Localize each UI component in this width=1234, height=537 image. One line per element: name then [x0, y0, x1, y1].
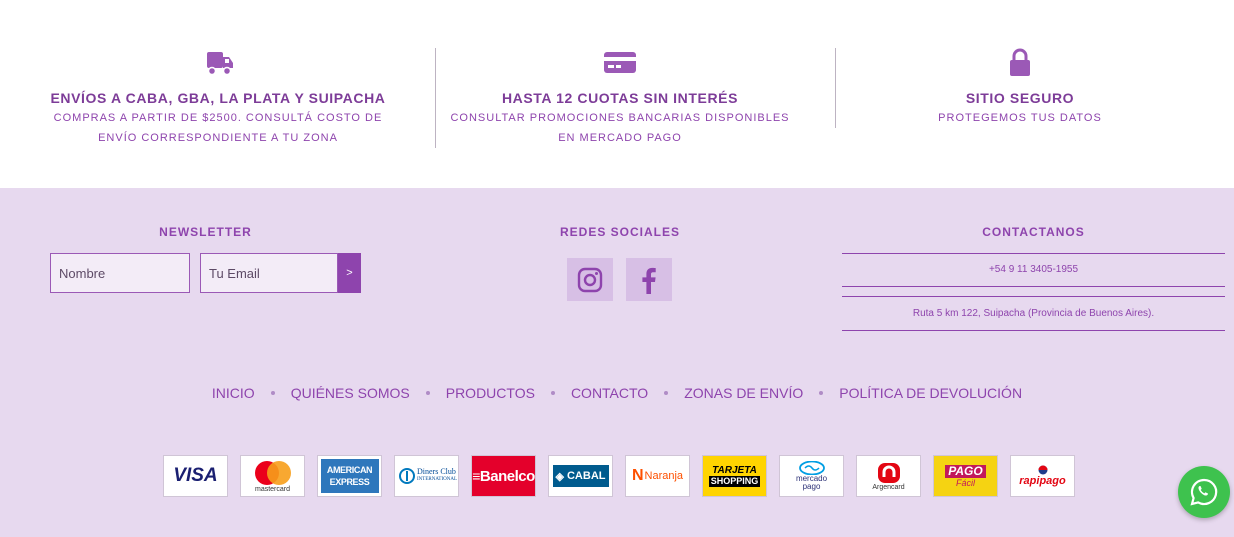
contact-divider	[842, 296, 1225, 297]
whatsapp-icon	[1190, 478, 1218, 506]
menu-separator	[819, 391, 824, 395]
diners-club-logo: Diners Club INTERNATIONAL	[394, 455, 459, 497]
contact-heading: CONTACTANOS	[982, 225, 1085, 239]
banelco-logo: ≡Banelco	[471, 455, 536, 497]
contact-divider	[842, 330, 1225, 331]
instagram-link[interactable]	[567, 258, 613, 301]
mercado-pago-logo: mercado pago	[779, 455, 844, 497]
argencard-logo: Argencard	[856, 455, 921, 497]
visa-logo: VISA	[163, 455, 228, 497]
contact-divider	[842, 286, 1225, 287]
menu-separator	[270, 391, 275, 395]
menu-separator	[425, 391, 430, 395]
footer-menu: INICIO QUIÉNES SOMOS PRODUCTOS CONTACTO …	[0, 385, 1234, 401]
benefit-title: ENVÍOS A CABA, GBA, LA PLATA Y SUIPACHA	[50, 90, 386, 106]
footer: NEWSLETTER > REDES SOCIALES CONTACTANOS …	[0, 188, 1234, 537]
benefit-desc: PROTEGEMOS TUS DATOS	[938, 112, 1102, 124]
cabal-logo: ◈ CABAL	[548, 455, 613, 497]
lock-icon	[1010, 48, 1030, 76]
credit-card-icon	[604, 52, 636, 73]
payment-methods: VISA mastercard AMERICAN EXPRESS Diners …	[163, 455, 1075, 497]
benefit-desc: CONSULTAR PROMOCIONES BANCARIAS DISPONIB…	[450, 112, 790, 124]
menu-item-politica-de-devolucion[interactable]: POLÍTICA DE DEVOLUCIÓN	[839, 385, 1022, 401]
naranja-logo: N Naranja	[625, 455, 690, 497]
benefit-shipping: ENVÍOS A CABA, GBA, LA PLATA Y SUIPACHA …	[40, 48, 396, 148]
menu-item-contacto[interactable]: CONTACTO	[571, 385, 648, 401]
mastercard-circles-icon	[254, 460, 291, 485]
pago-facil-logo: PAGO Fácil	[933, 455, 998, 497]
benefit-title: SITIO SEGURO	[965, 90, 1075, 106]
newsletter-heading: NEWSLETTER	[159, 225, 252, 239]
benefit-desc: ENVÍO CORRESPONDIENTE A TU ZONA	[98, 132, 338, 144]
social-heading: REDES SOCIALES	[559, 225, 681, 239]
benefits-band: ENVÍOS A CABA, GBA, LA PLATA Y SUIPACHA …	[0, 0, 1234, 188]
facebook-icon	[642, 267, 656, 294]
facebook-link[interactable]	[626, 258, 672, 301]
contact-phone[interactable]: +54 9 11 3405-1955	[842, 264, 1225, 275]
menu-separator	[550, 391, 555, 395]
rapipago-logo: rapipago	[1010, 455, 1075, 497]
benefit-desc: COMPRAS A PARTIR DE $2500. CONSULTÁ COST…	[53, 112, 383, 124]
whatsapp-button[interactable]	[1178, 466, 1230, 518]
mastercard-logo: mastercard	[240, 455, 305, 497]
amex-logo: AMERICAN EXPRESS	[317, 455, 382, 497]
menu-item-productos[interactable]: PRODUCTOS	[446, 385, 535, 401]
contact-address: Ruta 5 km 122, Suipacha (Provincia de Bu…	[912, 308, 1155, 319]
argencard-mark-icon	[877, 462, 900, 483]
menu-item-inicio[interactable]: INICIO	[212, 385, 255, 401]
handshake-icon	[798, 461, 825, 475]
menu-item-quienes-somos[interactable]: QUIÉNES SOMOS	[291, 385, 410, 401]
newsletter-submit-button[interactable]: >	[338, 253, 361, 293]
benefit-title: HASTA 12 CUOTAS SIN INTERÉS	[501, 90, 739, 106]
instagram-icon	[577, 267, 603, 292]
truck-icon	[207, 52, 233, 76]
newsletter-email-input[interactable]	[200, 253, 338, 293]
rapipago-mark-icon	[1038, 465, 1047, 475]
tarjeta-shopping-logo: TARJETA SHOPPING	[702, 455, 767, 497]
menu-separator	[664, 391, 669, 395]
benefit-desc: EN MERCADO PAGO	[558, 132, 682, 144]
menu-item-zonas-de-envio[interactable]: ZONAS DE ENVÍO	[684, 385, 803, 401]
diners-circle-icon	[399, 468, 415, 484]
newsletter-name-input[interactable]	[50, 253, 190, 293]
benefit-secure: SITIO SEGURO PROTEGEMOS TUS DATOS	[836, 48, 1204, 128]
benefit-installments: HASTA 12 CUOTAS SIN INTERÉS CONSULTAR PR…	[436, 48, 804, 148]
contact-divider	[842, 253, 1225, 254]
